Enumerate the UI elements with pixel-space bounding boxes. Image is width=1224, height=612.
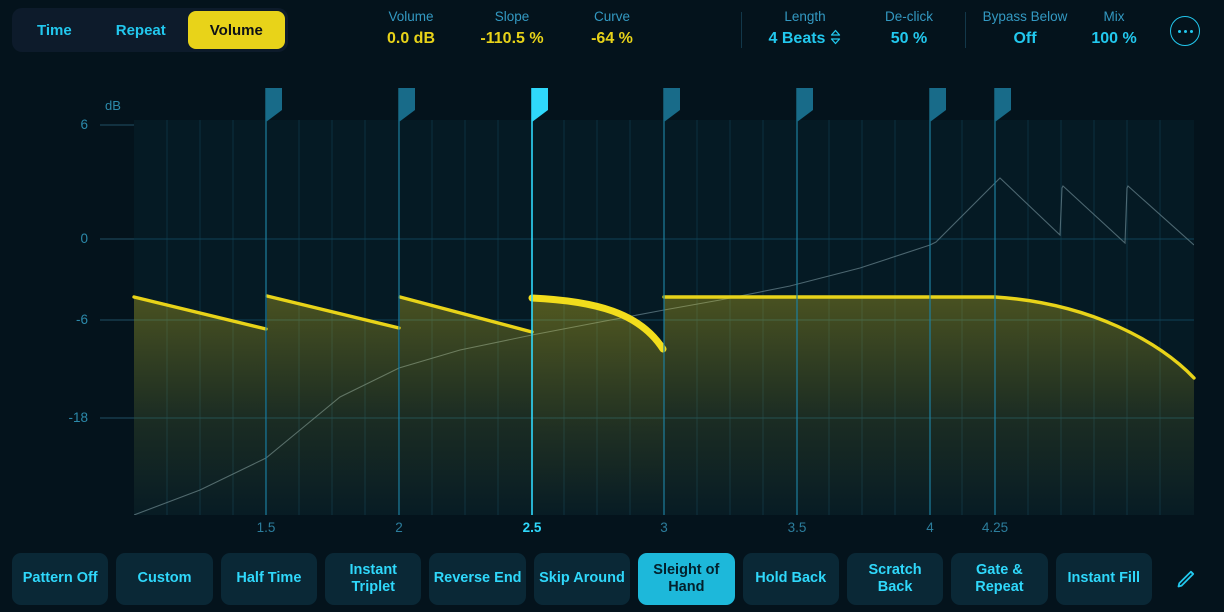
- y-tick-1: 0: [80, 231, 88, 246]
- param-value[interactable]: 50 %: [891, 29, 927, 49]
- preset-skip-around[interactable]: Skip Around: [533, 552, 631, 605]
- mode-tab-group: Time Repeat Volume: [12, 8, 288, 52]
- param-label: Length: [784, 9, 826, 24]
- preset-half-time[interactable]: Half Time: [220, 552, 318, 605]
- y-axis-unit-label: dB: [105, 98, 121, 113]
- param-label: Curve: [593, 9, 630, 24]
- marker-flag-1.5[interactable]: [266, 88, 282, 122]
- ellipsis-circle-icon[interactable]: [1170, 16, 1200, 46]
- ellipsis-dots: [1177, 29, 1193, 33]
- preset-instant-triplet[interactable]: Instant Triplet: [325, 552, 422, 605]
- param-curve[interactable]: Curve -64 %: [542, 9, 682, 49]
- header-divider-2: [741, 12, 742, 48]
- x-tick-2.5: 2.5: [522, 520, 542, 535]
- param-value-row: -110.5 %: [480, 26, 543, 49]
- param-label: Volume: [388, 9, 434, 24]
- preset-instant-fill[interactable]: Instant Fill: [1055, 552, 1152, 605]
- marker-flag-3.5[interactable]: [797, 88, 813, 122]
- preset-sleight-of-hand[interactable]: Sleight of Hand: [638, 552, 735, 605]
- x-tick-2: 2: [395, 520, 403, 535]
- preset-custom[interactable]: Custom: [116, 552, 213, 605]
- param-value-row: 100 %: [1091, 26, 1136, 49]
- volume-envelope-graph[interactable]: dB 6 0 -6 -18 1.5 2 2.5 3 3.5 4 4.25: [0, 60, 1224, 545]
- preset-pattern-off[interactable]: Pattern Off: [12, 552, 109, 605]
- param-value-row: 50 %: [891, 26, 927, 49]
- x-tick-1.5: 1.5: [256, 520, 276, 535]
- param-value-row: -64 %: [591, 26, 633, 49]
- param-value-row: 0.0 dB: [387, 26, 435, 49]
- marker-flag-2.5[interactable]: [532, 88, 548, 122]
- param-value[interactable]: -110.5 %: [480, 29, 543, 49]
- tab-repeat[interactable]: Repeat: [94, 11, 188, 49]
- preset-gate-repeat[interactable]: Gate & Repeat: [951, 552, 1048, 605]
- preset-scratch-back[interactable]: Scratch Back: [846, 552, 944, 605]
- tab-time[interactable]: Time: [15, 11, 94, 49]
- param-label: Mix: [1103, 9, 1125, 24]
- x-tick-3: 3: [660, 520, 668, 535]
- preset-bar: Pattern Off Custom Half Time Instant Triple…: [0, 545, 1224, 612]
- param-label: De-click: [884, 9, 933, 24]
- marker-flag-4[interactable]: [930, 88, 946, 122]
- preset-reverse-end[interactable]: Reverse End: [429, 552, 526, 605]
- param-value[interactable]: 0.0 dB: [387, 29, 435, 49]
- param-value[interactable]: Off: [1013, 29, 1036, 49]
- x-tick-4.25: 4.25: [981, 520, 1009, 535]
- marker-flag-3[interactable]: [664, 88, 680, 122]
- plugin-window: Time Repeat Volume Volume 0.0 dB Slope -110.5…: [0, 0, 1224, 612]
- pencil-glyph: [1177, 570, 1195, 587]
- param-label: Slope: [494, 9, 530, 24]
- marker-flag-2[interactable]: [399, 88, 415, 122]
- param-value-row: Off: [1013, 26, 1036, 49]
- header-divider-1: [965, 12, 966, 48]
- x-tick-3.5: 3.5: [787, 520, 807, 535]
- param-value-row: 4 Beats: [769, 26, 842, 49]
- y-tick-0: 6: [80, 117, 88, 132]
- y-tick-marks: [100, 124, 134, 419]
- param-mix[interactable]: Mix 100 %: [1044, 9, 1184, 49]
- param-value[interactable]: 4 Beats: [769, 29, 826, 49]
- y-tick-2: -6: [75, 312, 88, 327]
- x-tick-4: 4: [926, 520, 934, 535]
- marker-flag-4.25[interactable]: [995, 88, 1011, 122]
- param-value[interactable]: -64 %: [591, 29, 633, 49]
- pencil-icon[interactable]: [1160, 553, 1212, 605]
- graph-canvas[interactable]: [0, 60, 1224, 545]
- header-bar: Time Repeat Volume Volume 0.0 dB Slope -110.5…: [0, 0, 1224, 60]
- y-tick-3: -18: [68, 410, 88, 425]
- tab-volume[interactable]: Volume: [187, 11, 285, 49]
- param-value[interactable]: 100 %: [1091, 29, 1136, 49]
- preset-hold-back[interactable]: Hold Back: [742, 552, 839, 605]
